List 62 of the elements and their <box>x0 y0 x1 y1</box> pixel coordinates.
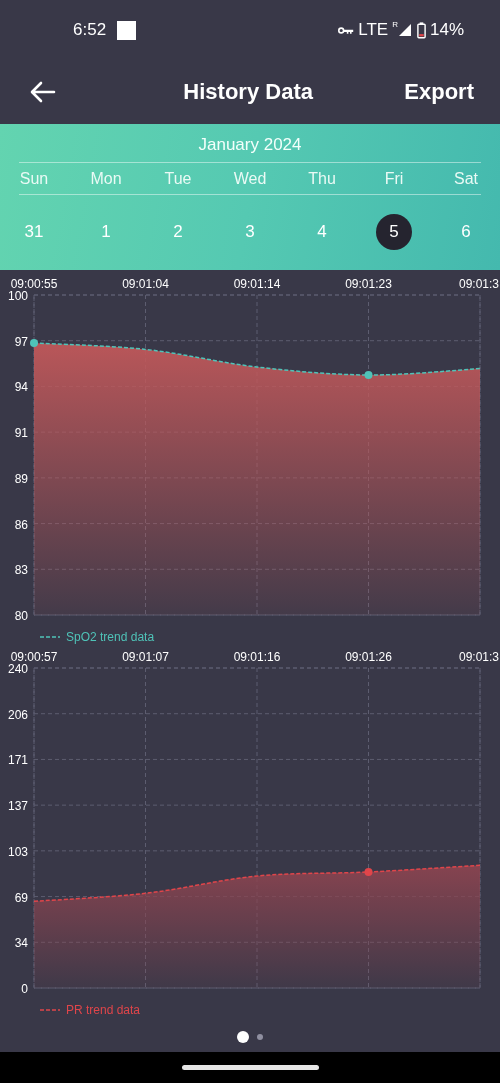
y-tick-label: 103 <box>7 844 28 859</box>
key-icon <box>338 25 355 35</box>
y-tick-label: 94 <box>14 380 28 395</box>
y-tick-label: 86 <box>14 517 28 532</box>
page-title: History Data <box>183 79 313 105</box>
network-type: LTE <box>358 20 389 40</box>
weekday-label: Tue <box>163 169 193 188</box>
x-tick-label: 09:00:55 <box>10 277 58 291</box>
legend-label: SpO2 trend data <box>66 629 155 644</box>
data-point <box>30 339 38 347</box>
x-tick-label: 09:01:04 <box>122 277 169 291</box>
x-tick-label: 09:01:16 <box>233 650 281 664</box>
x-tick-label: 09:01:26 <box>345 650 392 664</box>
y-tick-label: 0 <box>21 982 28 996</box>
legend-label: PR trend data <box>66 1003 141 1017</box>
y-tick-label: 206 <box>7 707 28 722</box>
back-button[interactable] <box>30 81 56 103</box>
y-tick-label: 69 <box>14 890 28 905</box>
weekday-label: Mon <box>89 169 123 188</box>
y-tick-label: 91 <box>14 426 28 441</box>
data-point <box>364 868 373 876</box>
y-tick-label: 83 <box>14 563 28 578</box>
weekday-label: Wed <box>232 169 268 188</box>
day-button[interactable]: 2 <box>160 214 196 250</box>
legend-swatch <box>40 634 60 639</box>
export-button[interactable]: Export <box>404 79 474 105</box>
page-dot[interactable] <box>257 1034 263 1040</box>
battery-icon <box>416 21 426 39</box>
day-button[interactable]: 5 <box>376 214 412 250</box>
weekday-label: Sat <box>453 169 479 188</box>
x-tick-label: 09:01:3 <box>458 650 499 664</box>
legend-swatch <box>40 1008 60 1012</box>
day-button[interactable]: 4 <box>304 214 340 250</box>
roaming-indicator: R <box>392 19 398 29</box>
y-tick-label: 240 <box>7 662 28 676</box>
notification-icon <box>117 20 137 40</box>
data-point <box>364 371 373 379</box>
page-dot[interactable] <box>237 1031 249 1043</box>
x-tick-label: 09:01:23 <box>345 277 392 291</box>
day-button[interactable]: 6 <box>448 214 484 250</box>
day-button[interactable]: 3 <box>232 214 268 250</box>
y-tick-label: 80 <box>14 609 28 623</box>
battery-percent: 14% <box>429 20 464 40</box>
y-tick-label: 34 <box>14 936 28 951</box>
x-tick-label: 09:00:57 <box>10 650 58 664</box>
y-tick-label: 171 <box>7 753 28 768</box>
y-tick-label: 89 <box>14 471 28 486</box>
weekday-label: Sun <box>18 169 50 188</box>
y-tick-label: 97 <box>14 334 28 349</box>
weekday-label: Fri <box>383 169 405 188</box>
day-button[interactable]: 1 <box>88 214 124 250</box>
y-tick-label: 137 <box>7 799 28 814</box>
x-tick-label: 09:01:14 <box>233 277 281 291</box>
signal-icon <box>397 23 412 37</box>
x-tick-label: 09:01:3 <box>458 277 499 291</box>
status-time: 6:52 <box>73 20 107 40</box>
back-arrow-icon <box>30 81 56 103</box>
weekday-label: Thu <box>307 169 337 188</box>
month-title: January 2024 <box>197 134 303 156</box>
y-tick-label: 100 <box>7 289 28 303</box>
day-button[interactable]: 31 <box>16 214 52 250</box>
x-tick-label: 09:01:07 <box>122 650 169 664</box>
